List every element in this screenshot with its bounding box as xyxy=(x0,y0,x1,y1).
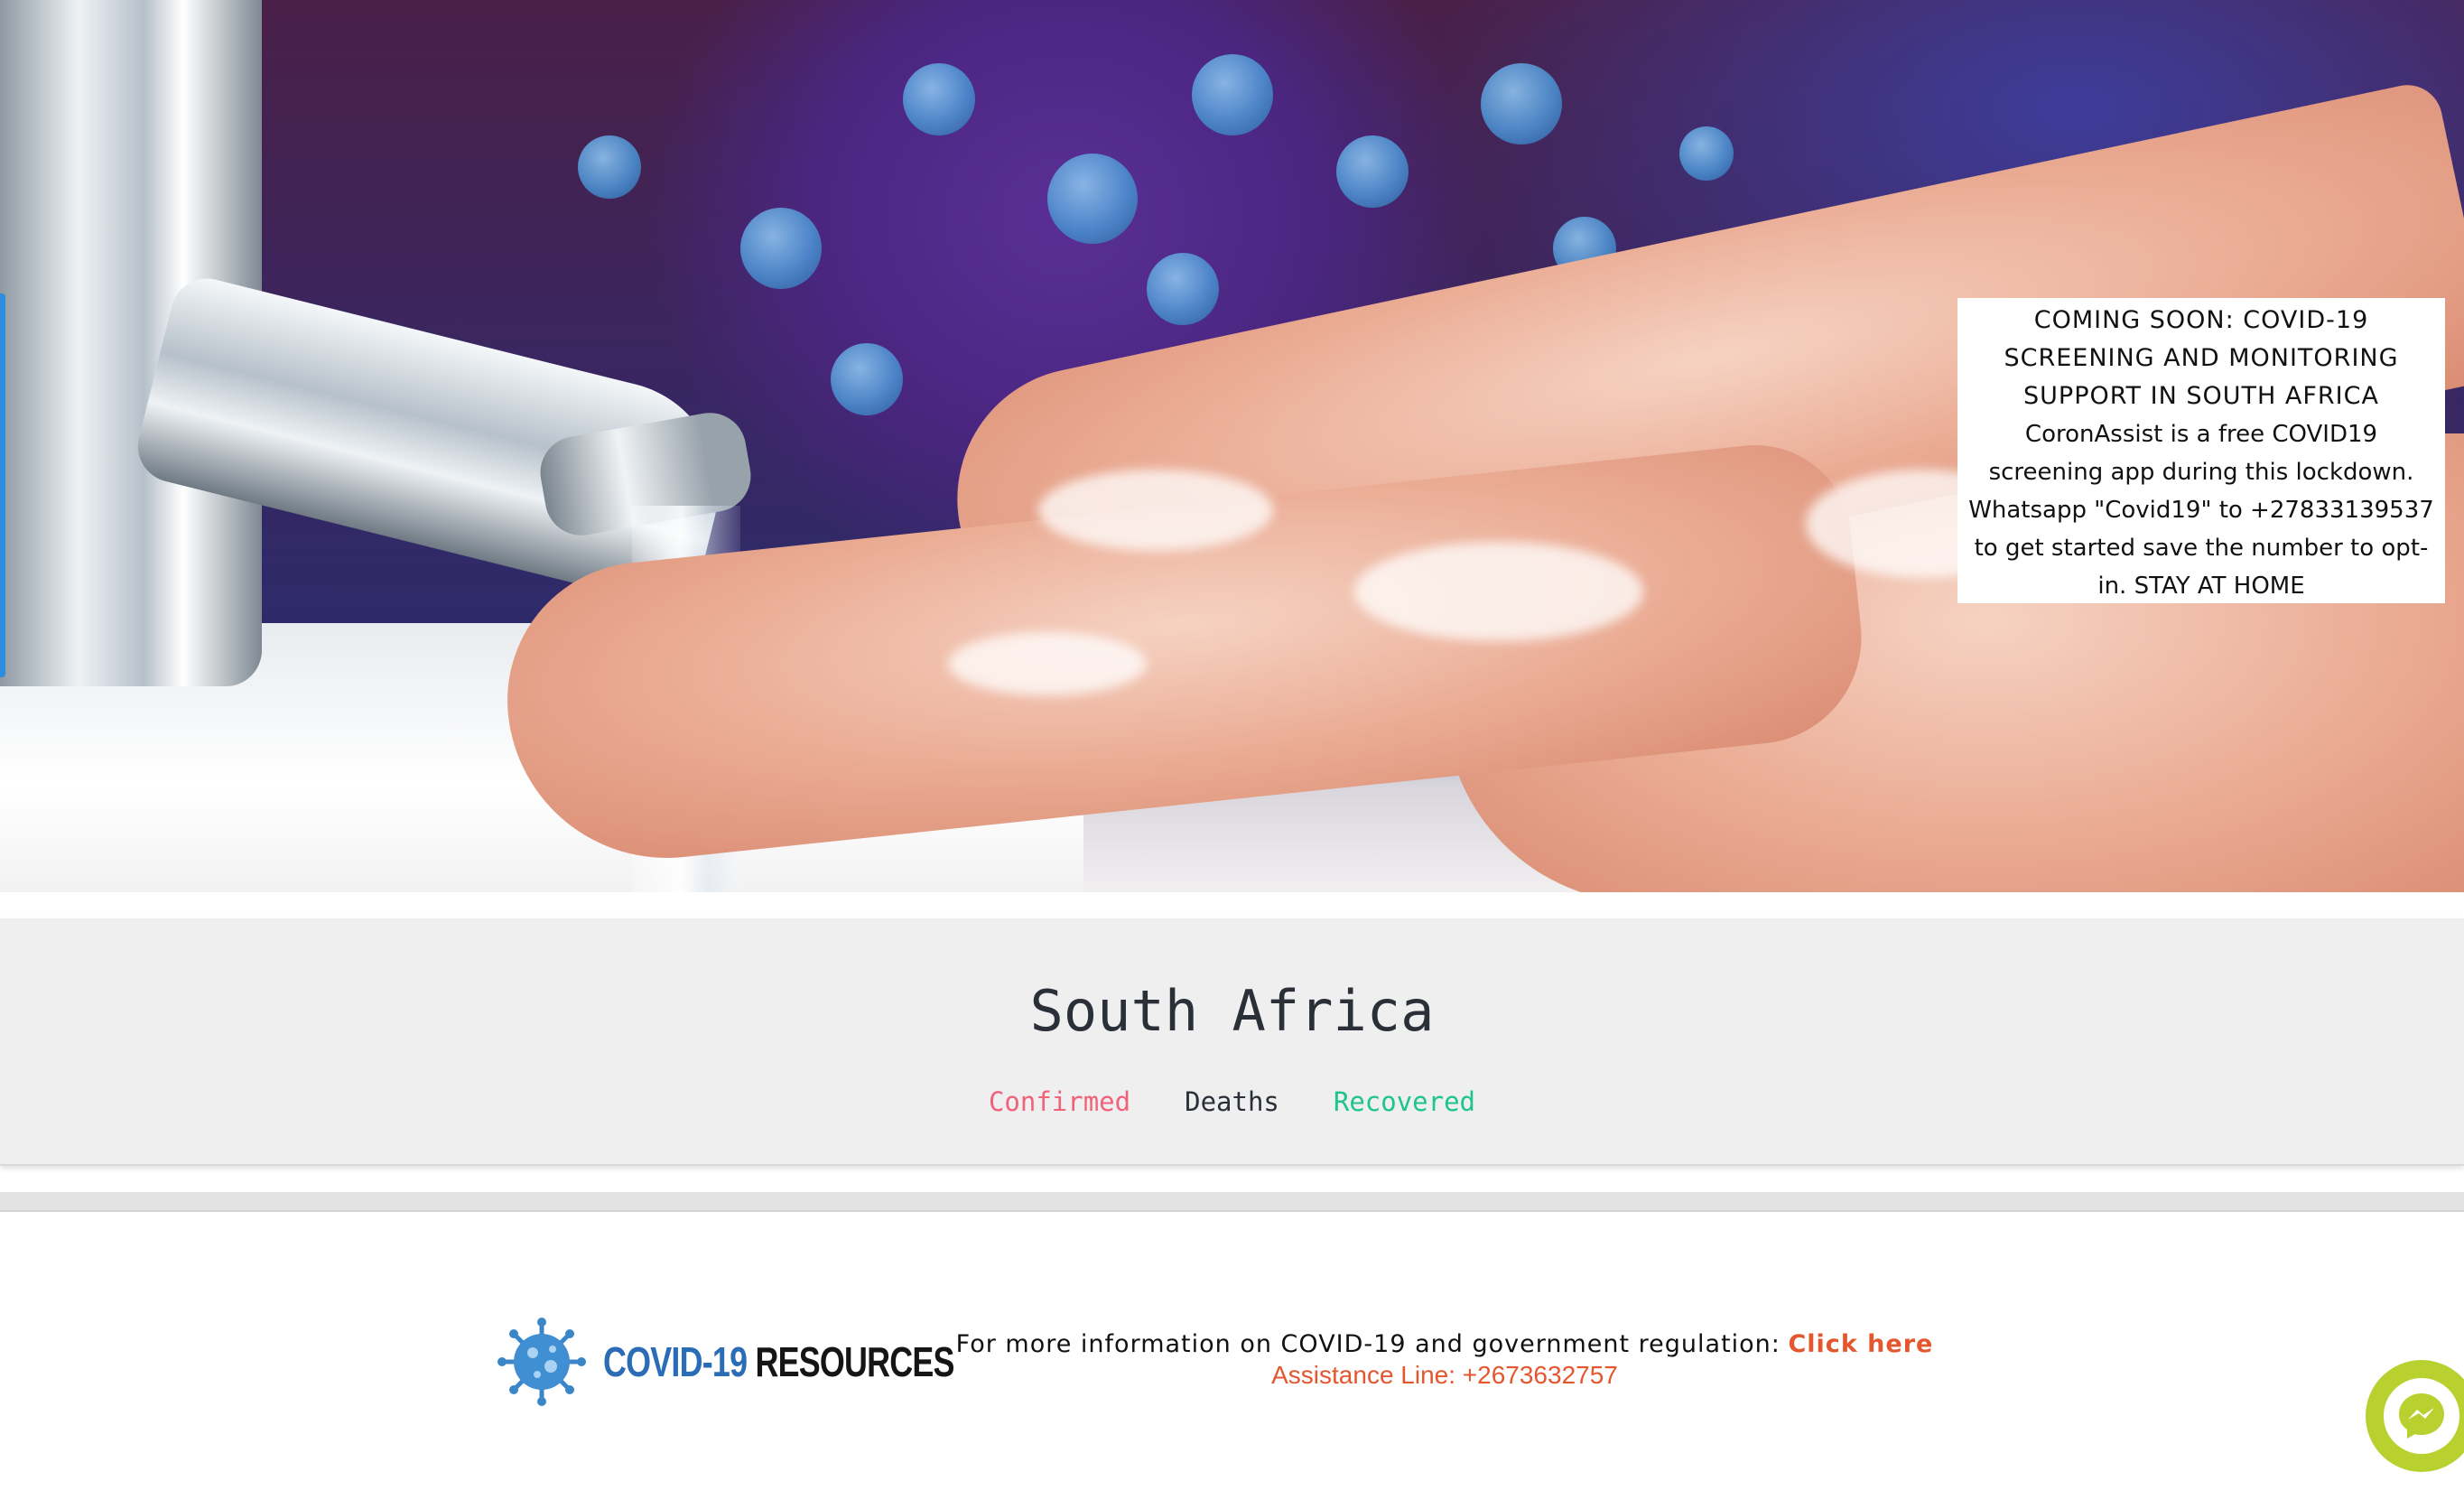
virus-spike-icon xyxy=(1147,253,1219,325)
recovered-label: Recovered xyxy=(1333,1086,1476,1117)
virus-spike-icon xyxy=(1192,54,1273,135)
virus-spike-icon xyxy=(903,63,975,135)
virus-spike-icon xyxy=(1481,63,1562,144)
assistance-line: Assistance Line: +2673632757 xyxy=(1271,1361,1618,1389)
hero-banner-image: COMING SOON: COVID-19 SCREENING AND MONI… xyxy=(0,0,2464,892)
virus-icon xyxy=(497,1318,586,1406)
info-block: For more information on COVID-19 and gov… xyxy=(903,1329,1986,1391)
messenger-bubble xyxy=(2384,1378,2459,1454)
soap-foam xyxy=(1038,470,1273,551)
notice-title: COMING SOON: COVID-19 SCREENING AND MONI… xyxy=(2004,306,2399,410)
soap-foam xyxy=(948,632,1147,695)
virus-spike-icon xyxy=(831,343,903,415)
info-text: For more information on COVID-19 and gov… xyxy=(955,1330,1781,1358)
info-line: For more information on COVID-19 and gov… xyxy=(903,1329,1986,1360)
country-stats-panel: South Africa Confirmed Deaths Recovered xyxy=(0,918,2464,1166)
virus-spike-icon xyxy=(578,135,641,199)
country-title: South Africa xyxy=(1029,978,1435,1044)
resources-covid-text: COVID-19 xyxy=(603,1338,748,1385)
stat-labels: Confirmed Deaths Recovered xyxy=(0,1086,2464,1117)
confirmed-label: Confirmed xyxy=(988,1086,1131,1117)
messenger-icon xyxy=(2399,1393,2444,1439)
coming-soon-notice: COMING SOON: COVID-19 SCREENING AND MONI… xyxy=(1957,298,2445,603)
virus-spike-icon xyxy=(1047,154,1138,244)
virus-spike-icon xyxy=(740,208,822,289)
soap-foam xyxy=(1354,542,1643,641)
resources-title: COVID-19 RESOURCES xyxy=(603,1337,954,1386)
side-tab[interactable] xyxy=(0,293,5,677)
click-here-link[interactable]: Click here xyxy=(1788,1330,1933,1358)
deaths-label: Deaths xyxy=(1185,1086,1279,1117)
virus-spike-icon xyxy=(1679,126,1734,181)
section-divider xyxy=(0,1192,2464,1212)
virus-spike-icon xyxy=(1336,135,1409,208)
notice-body: CoronAssist is a free COVID19 screening … xyxy=(1968,421,2434,600)
messenger-chat-button[interactable] xyxy=(2366,1360,2464,1472)
